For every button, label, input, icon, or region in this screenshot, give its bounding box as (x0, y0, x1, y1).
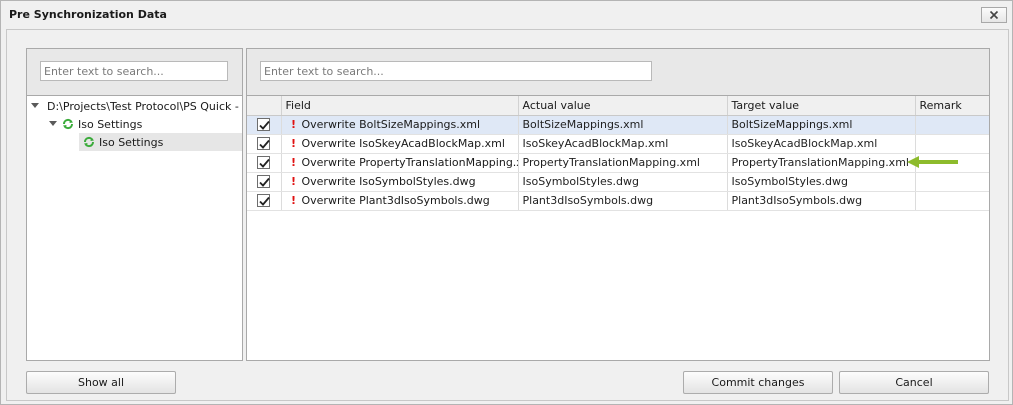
row-checkbox-cell[interactable] (247, 134, 282, 154)
sync-data-grid: Field Actual value Target value Remark !… (246, 95, 990, 361)
table-row[interactable]: ! Overwrite IsoSkeyAcadBlockMap.xml IsoSk… (247, 134, 989, 154)
warning-icon: ! (290, 137, 297, 150)
close-icon (989, 10, 999, 20)
warning-icon: ! (290, 175, 297, 188)
title-bar: Pre Synchronization Data (1, 1, 1012, 29)
warning-icon: ! (290, 156, 297, 169)
row-checkbox[interactable] (257, 194, 271, 208)
left-search-panel (26, 48, 243, 95)
field-text: Overwrite BoltSizeMappings.xml (301, 118, 481, 131)
dialog-window: Pre Synchronization Data D (0, 0, 1013, 405)
checkmark-icon (259, 140, 270, 150)
table-row[interactable]: ! Overwrite IsoSymbolStyles.dwg IsoSymbol… (247, 172, 989, 192)
checkmark-icon (259, 178, 270, 188)
tree-node-label: D:\Projects\Test Protocol\PS Quick - T (47, 99, 243, 113)
row-checkbox-cell[interactable] (247, 153, 282, 173)
triangle-down-icon[interactable] (31, 101, 39, 111)
dialog-body: D:\Projects\Test Protocol\PS Quick - T I… (6, 29, 1009, 401)
table-row[interactable]: ! Overwrite Plant3dIsoSymbols.dwg Plant3d… (247, 191, 989, 211)
actual-value-cell: IsoSkeyAcadBlockMap.xml (518, 134, 728, 154)
row-checkbox[interactable] (257, 156, 271, 170)
project-tree: D:\Projects\Test Protocol\PS Quick - T I… (26, 95, 243, 361)
right-search-panel (246, 48, 990, 95)
row-checkbox-cell[interactable] (247, 172, 282, 192)
triangle-down-icon[interactable] (48, 119, 58, 129)
checkmark-icon (259, 159, 270, 169)
column-header-field[interactable]: Field (281, 96, 519, 116)
actual-value-cell: PropertyTranslationMapping.xml (518, 153, 728, 173)
field-text: Overwrite Plant3dIsoSymbols.dwg (301, 194, 490, 207)
window-title: Pre Synchronization Data (9, 8, 167, 21)
field-cell: ! Overwrite PropertyTranslationMapping.xm… (281, 153, 519, 173)
target-value-cell: PropertyTranslationMapping.xml (727, 153, 916, 173)
target-value-cell: BoltSizeMappings.xml (727, 115, 916, 135)
target-value-cell: IsoSymbolStyles.dwg (727, 172, 916, 192)
warning-icon: ! (290, 194, 297, 207)
commit-changes-button[interactable]: Commit changes (683, 371, 833, 394)
row-checkbox[interactable] (257, 137, 271, 151)
field-text: Overwrite IsoSymbolStyles.dwg (301, 175, 476, 188)
tree-node-label: Iso Settings (99, 135, 164, 149)
actual-value-cell: Plant3dIsoSymbols.dwg (518, 191, 728, 211)
field-text: Overwrite IsoSkeyAcadBlockMap.xml (301, 137, 505, 150)
field-cell: ! Overwrite BoltSizeMappings.xml (281, 115, 519, 135)
table-header-row: Field Actual value Target value Remark (247, 96, 989, 116)
row-checkbox-cell[interactable] (247, 191, 282, 211)
checkmark-icon (259, 197, 270, 207)
row-checkbox[interactable] (257, 118, 271, 132)
checkmark-icon (259, 121, 270, 131)
tree-node-label: Iso Settings (78, 117, 143, 131)
column-header-target[interactable]: Target value (727, 96, 916, 116)
actual-value-cell: BoltSizeMappings.xml (518, 115, 728, 135)
column-header-actual[interactable]: Actual value (518, 96, 728, 116)
close-button[interactable] (981, 7, 1007, 23)
tree-node-project[interactable]: D:\Projects\Test Protocol\PS Quick - T (31, 97, 242, 115)
grid-search-input[interactable] (260, 61, 652, 81)
tree-node-iso-settings[interactable]: Iso Settings (48, 115, 242, 133)
table-row[interactable]: ! Overwrite BoltSizeMappings.xml BoltSize… (247, 115, 989, 135)
field-cell: ! Overwrite IsoSymbolStyles.dwg (281, 172, 519, 192)
row-checkbox-cell[interactable] (247, 115, 282, 135)
tree-node-iso-settings-child[interactable]: Iso Settings (79, 133, 242, 151)
actual-value-cell: IsoSymbolStyles.dwg (518, 172, 728, 192)
remark-cell[interactable] (915, 134, 989, 154)
show-all-button[interactable]: Show all (26, 371, 176, 394)
field-cell: ! Overwrite IsoSkeyAcadBlockMap.xml (281, 134, 519, 154)
arrow-left-icon (907, 156, 958, 168)
field-text: Overwrite PropertyTranslationMapping.xml (301, 156, 518, 169)
target-value-cell: IsoSkeyAcadBlockMap.xml (727, 134, 916, 154)
field-cell: ! Overwrite Plant3dIsoSymbols.dwg (281, 191, 519, 211)
sync-icon (83, 136, 95, 148)
tree-search-input[interactable] (40, 61, 228, 81)
target-value-cell: Plant3dIsoSymbols.dwg (727, 191, 916, 211)
table-row[interactable]: ! Overwrite PropertyTranslationMapping.xm… (247, 153, 989, 173)
column-header-remark[interactable]: Remark (915, 96, 989, 116)
remark-cell[interactable] (915, 115, 989, 135)
sync-icon (62, 118, 74, 130)
cancel-button[interactable]: Cancel (839, 371, 989, 394)
warning-icon: ! (290, 118, 297, 131)
data-table: Field Actual value Target value Remark !… (247, 96, 989, 211)
remark-cell[interactable] (915, 172, 989, 192)
column-header-check[interactable] (247, 96, 282, 116)
remark-cell[interactable] (915, 191, 989, 211)
row-checkbox[interactable] (257, 175, 271, 189)
